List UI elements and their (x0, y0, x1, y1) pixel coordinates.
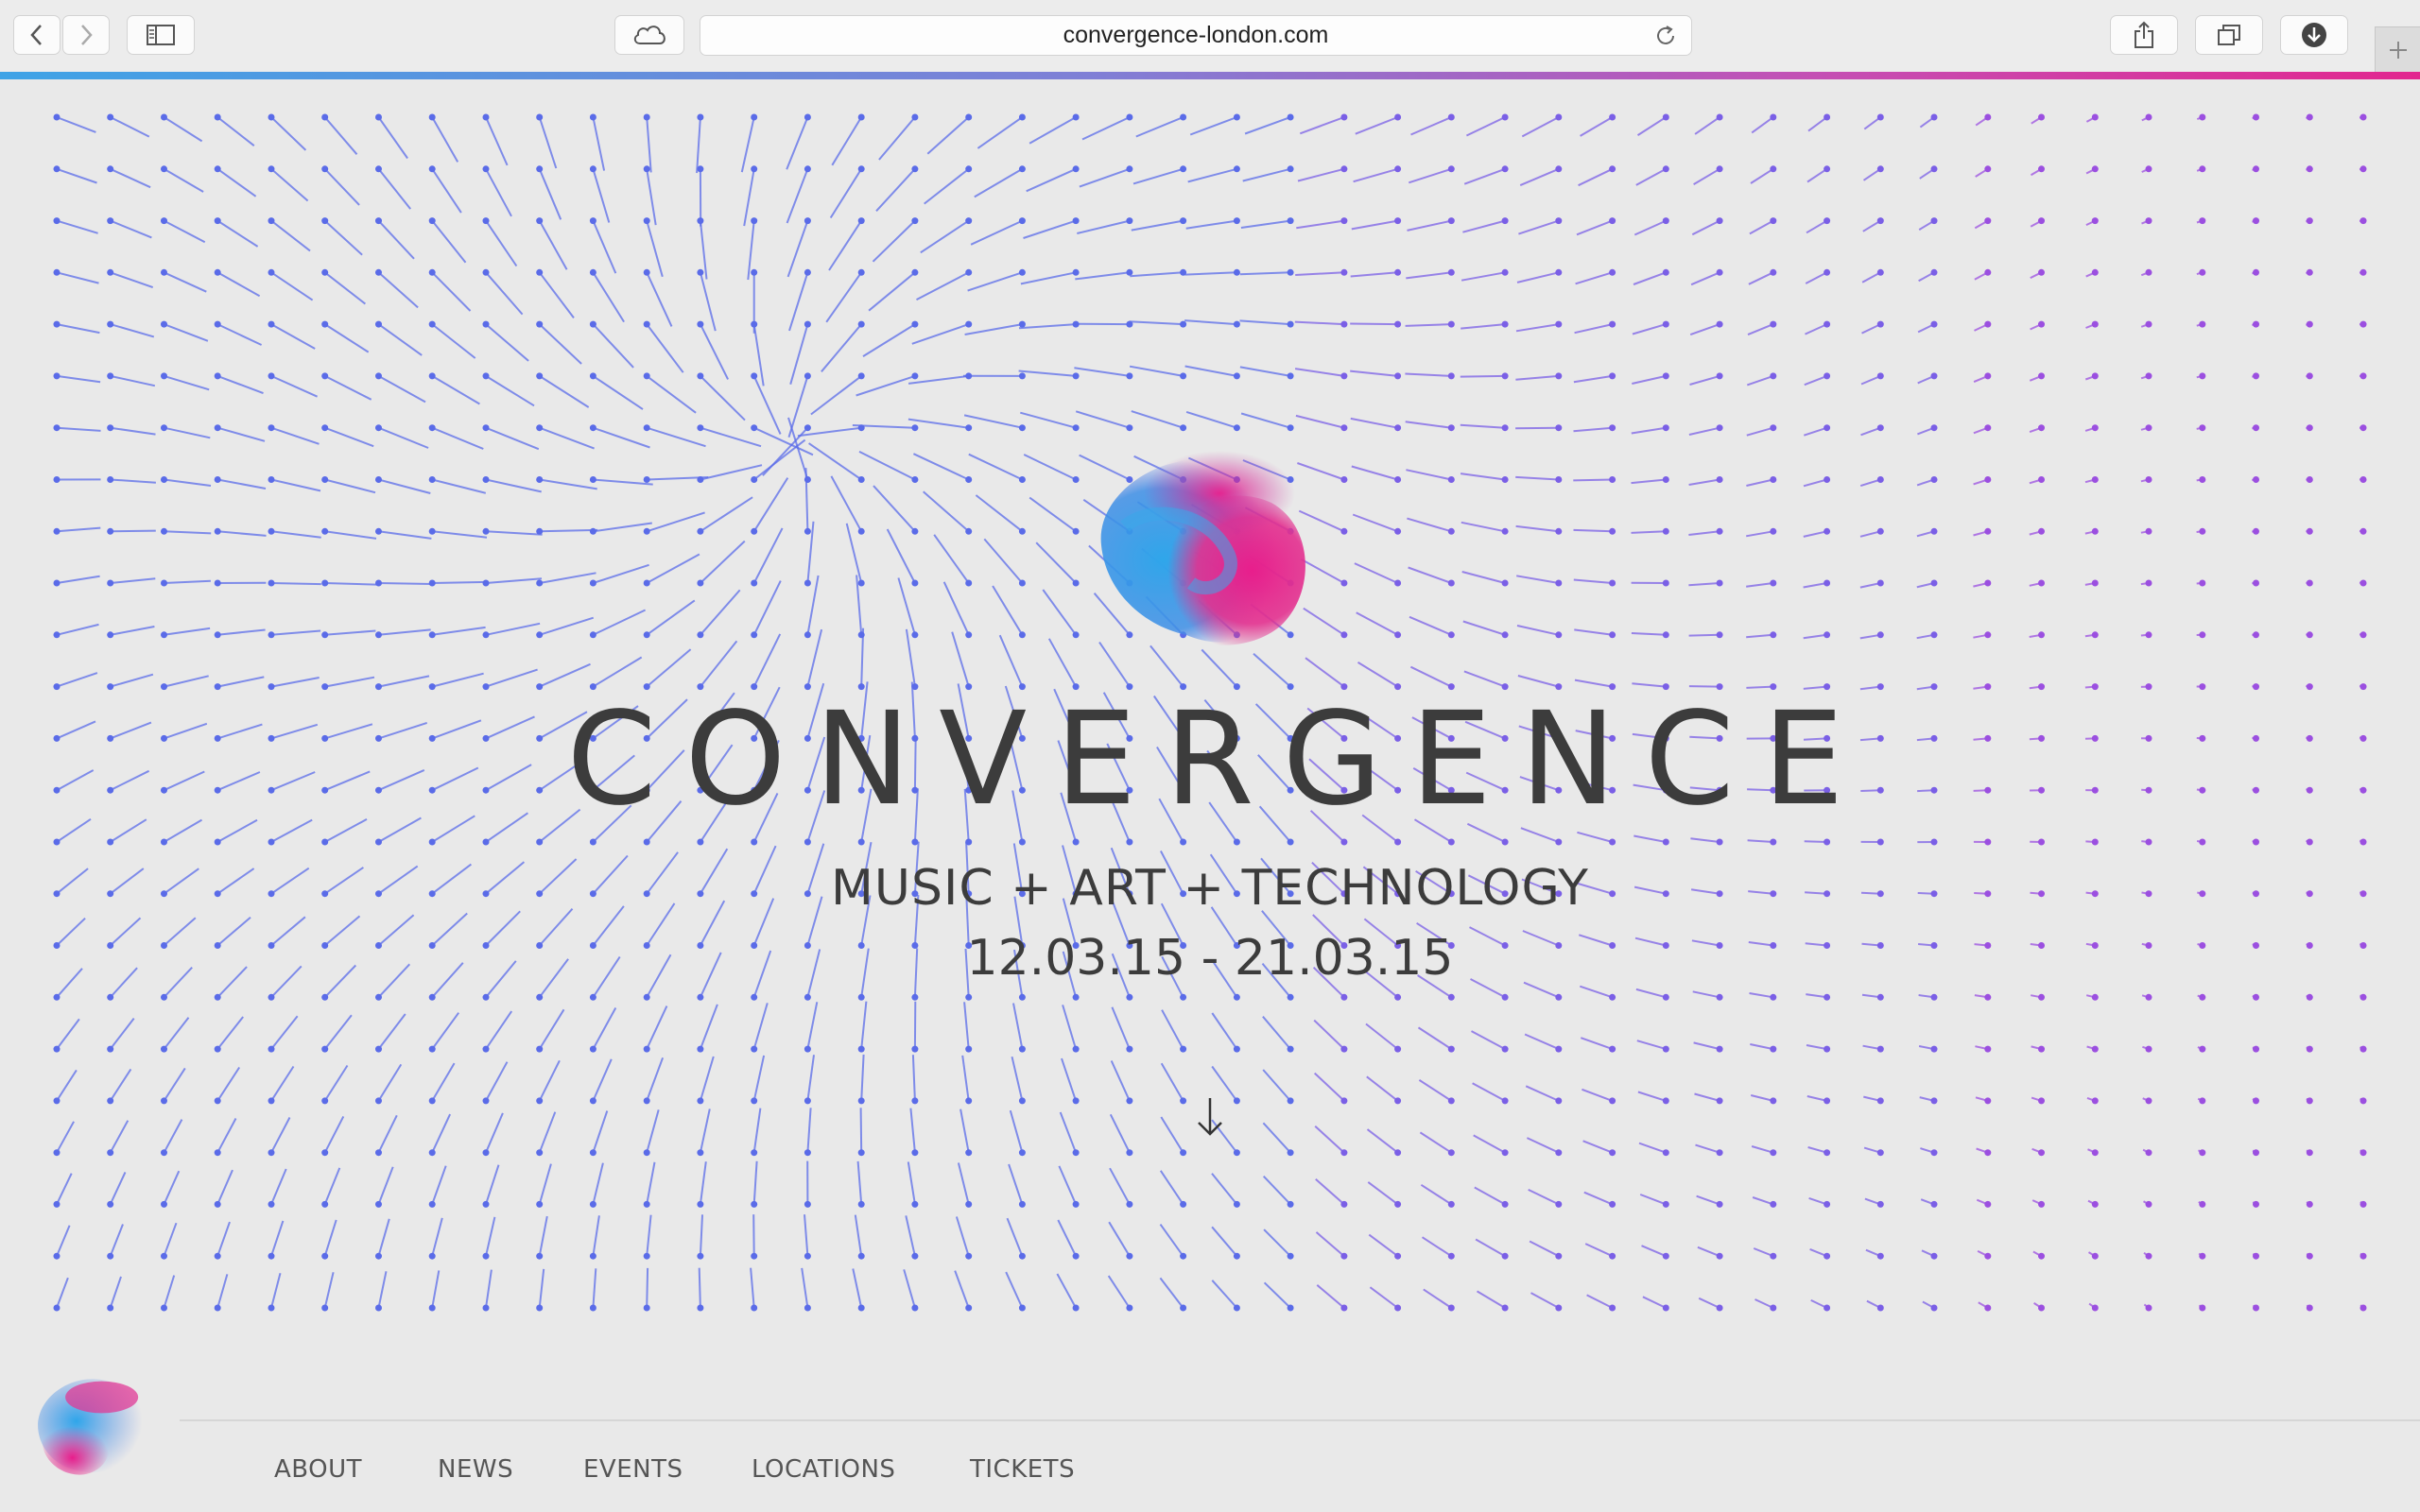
new-tab-button[interactable] (2375, 26, 2420, 72)
tabs-button[interactable] (2195, 15, 2263, 55)
sidebar-icon (147, 25, 175, 45)
nav-about[interactable]: ABOUT (274, 1455, 362, 1484)
forward-button[interactable] (62, 15, 110, 55)
download-icon (2302, 23, 2326, 47)
share-icon (2135, 21, 2153, 48)
tabs-icon (2218, 25, 2240, 45)
share-button[interactable] (2110, 15, 2178, 55)
event-dates: 12.03.15 - 21.03.15 (966, 930, 1454, 987)
page-title: CONVERGENCE (566, 685, 1873, 834)
icloud-tabs-button[interactable] (614, 15, 684, 55)
cloud-icon (633, 26, 666, 44)
chevron-right-icon (81, 25, 93, 45)
downloads-button[interactable] (2280, 15, 2348, 55)
reload-icon[interactable] (1653, 24, 1678, 48)
nav-news[interactable]: NEWS (438, 1455, 513, 1484)
nav-divider (180, 1419, 2420, 1421)
back-button[interactable] (13, 15, 60, 55)
arrow-down-icon[interactable] (1193, 1094, 1227, 1140)
nav-locations[interactable]: LOCATIONS (752, 1455, 895, 1484)
browser-toolbar: convergence-london.com (0, 0, 2420, 73)
page-load-progress-bar (0, 72, 2420, 79)
convergence-logo (1100, 451, 1309, 645)
nav-tickets[interactable]: TICKETS (970, 1455, 1075, 1484)
sidebar-button[interactable] (127, 15, 195, 55)
chevron-left-icon (30, 25, 42, 45)
address-bar[interactable]: convergence-london.com (700, 15, 1692, 56)
url-text: convergence-london.com (1063, 22, 1329, 48)
tagline: MUSIC + ART + TECHNOLOGY (831, 860, 1589, 917)
main-navigation: ABOUT NEWS EVENTS LOCATIONS TICKETS (0, 1336, 2420, 1512)
nav-events[interactable]: EVENTS (583, 1455, 683, 1484)
hero-section: CONVERGENCE MUSIC + ART + TECHNOLOGY 12.… (0, 79, 2420, 1336)
plus-icon (2389, 41, 2407, 59)
convergence-logo-small[interactable] (23, 1361, 163, 1484)
